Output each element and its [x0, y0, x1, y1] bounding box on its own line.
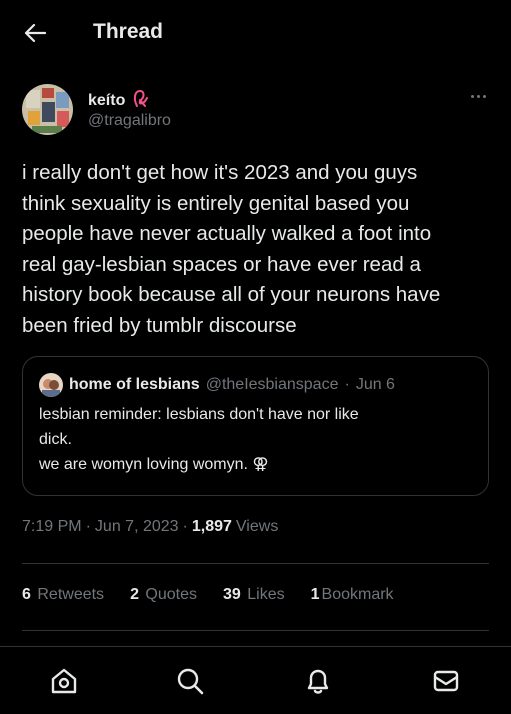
back-arrow-icon[interactable]	[22, 20, 48, 46]
quote-text: lesbian reminder: lesbians don't have no…	[39, 406, 359, 473]
quote-author-name: home of lesbians	[69, 376, 200, 393]
divider	[22, 563, 489, 564]
bottom-nav	[0, 646, 511, 714]
bookmarks-stat[interactable]: 1 Bookmark	[311, 586, 394, 604]
likes-stat[interactable]: 39 Likes	[223, 586, 285, 604]
tweet-date[interactable]: Jun 7, 2023	[95, 518, 179, 536]
tweet-text: i really don't get how it's 2023 and you…	[22, 161, 441, 337]
views-label: Views	[235, 518, 279, 535]
more-icon[interactable]	[466, 88, 490, 104]
meta-dot: ·	[182, 518, 188, 535]
quote-tweet[interactable]: home of lesbians @theIesbianspace · Jun …	[22, 356, 489, 496]
author-name-text: keíto	[88, 91, 126, 109]
ribbon-icon	[131, 88, 151, 113]
quotes-stat[interactable]: 2 Quotes	[130, 586, 197, 604]
retweets-stat[interactable]: 6 Retweets	[22, 586, 104, 604]
tweet-meta: 7:19 PM · Jun 7, 2023 · 1,897 Views	[22, 518, 278, 536]
tweet-stats: 6 Retweets 2 Quotes 39 Likes 1 Bookmark	[22, 586, 420, 604]
meta-dot: ·	[85, 518, 91, 535]
author-handle[interactable]: @tragalibro	[88, 112, 171, 130]
app-header: Thread	[0, 0, 511, 66]
home-icon[interactable]	[48, 665, 80, 697]
bell-icon[interactable]	[302, 665, 334, 697]
divider	[22, 630, 489, 631]
author-name[interactable]: keíto	[88, 88, 151, 113]
mail-icon[interactable]	[430, 665, 462, 697]
quote-separator: ·	[344, 376, 350, 393]
quote-date: Jun 6	[355, 376, 395, 393]
search-icon[interactable]	[174, 665, 206, 697]
tweet-time[interactable]: 7:19 PM	[22, 518, 82, 536]
quote-author-handle: @theIesbianspace	[205, 376, 339, 393]
author-avatar[interactable]	[22, 84, 73, 135]
quote-header: home of lesbians @theIesbianspace · Jun …	[39, 373, 395, 397]
page-title: Thread	[93, 20, 164, 43]
views-count: 1,897	[191, 518, 232, 535]
quote-avatar	[39, 373, 63, 397]
